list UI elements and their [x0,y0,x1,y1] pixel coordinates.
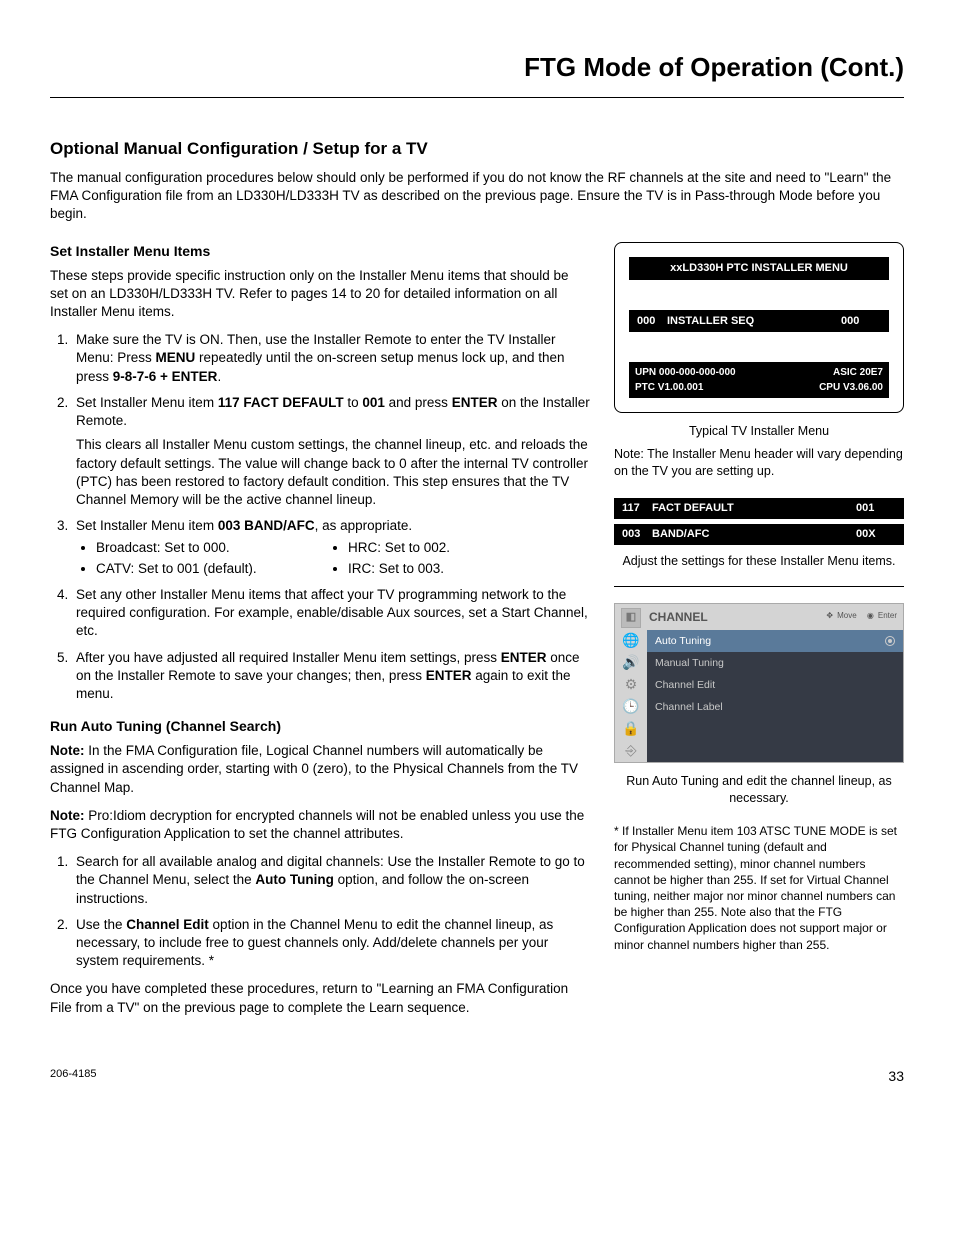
radio-icon [885,636,895,646]
clock-icon: 🕒 [615,696,647,718]
osd-row-channel-edit[interactable]: Channel Edit [647,674,903,696]
bullet-hrc: HRC: Set to 002. [348,539,590,557]
set-installer-intro: These steps provide specific instruction… [50,267,590,322]
input-icon: ⎆ [615,740,647,762]
osd-icon-column: 🌐 🔊 ⚙ 🕒 🔒 ⎆ [615,630,647,763]
step-2-detail: This clears all Installer Menu custom se… [76,436,590,509]
at-step-2: Use the Channel Edit option in the Chann… [72,916,590,971]
osd-row-auto-tuning[interactable]: Auto Tuning [647,630,903,652]
bullet-broadcast: Broadcast: Set to 000. [96,539,338,557]
lock-icon: 🔒 [615,718,647,740]
osd-list: Auto Tuning Manual Tuning Channel Edit C… [647,630,903,763]
osd-row-channel-label[interactable]: Channel Label [647,696,903,718]
step-3-bullets: Broadcast: Set to 000. HRC: Set to 002. … [76,539,590,577]
audio-icon: 🔊 [615,652,647,674]
channel-osd-caption: Run Auto Tuning and edit the channel lin… [614,773,904,807]
installer-menu-figure: xxLD330H PTC INSTALLER MENU 000 INSTALLE… [614,242,904,414]
installer-menu-note: Note: The Installer Menu header will var… [614,446,904,480]
page-title: FTG Mode of Operation (Cont.) [50,50,904,85]
installer-menu-caption: Typical TV Installer Menu [614,423,904,440]
page-number: 33 [888,1067,904,1086]
auto-tuning-steps: Search for all available analog and digi… [50,853,590,970]
installer-steps: Make sure the TV is ON. Then, use the In… [50,331,590,703]
step-4: Set any other Installer Menu items that … [72,586,590,641]
picture-icon: ◧ [621,608,641,628]
setting-bar-117: 117 FACT DEFAULT 001 [614,498,904,519]
step-5: After you have adjusted all required Ins… [72,649,590,704]
step-2: Set Installer Menu item 117 FACT DEFAULT… [72,394,590,509]
enter-icon: ◉ [867,611,874,622]
globe-icon: 🌐 [615,630,647,652]
osd-header: ◧ CHANNEL ✥ Move ◉ Enter [615,604,903,630]
osd-row-empty [647,740,903,762]
page-footer: 206-4185 33 [50,1067,904,1086]
settings-caption: Adjust the settings for these Installer … [614,553,904,570]
figure-divider [614,586,904,587]
bullet-catv: CATV: Set to 001 (default). [96,560,338,578]
step-3: Set Installer Menu item 003 BAND/AFC, as… [72,517,590,578]
footnote: * If Installer Menu item 103 ATSC TUNE M… [614,823,904,953]
gear-icon: ⚙ [615,674,647,696]
menu-header: xxLD330H PTC INSTALLER MENU [629,257,889,280]
section-title: Optional Manual Configuration / Setup fo… [50,138,904,161]
channel-osd-figure: ◧ CHANNEL ✥ Move ◉ Enter 🌐 🔊 ⚙ 🕒 🔒 [614,603,904,764]
menu-footer: UPN 000-000-000-000 ASIC 20E7 PTC V1.00.… [629,362,889,398]
osd-row-empty [647,718,903,740]
menu-row-seq: 000 INSTALLER SEQ 000 [629,310,889,333]
intro-paragraph: The manual configuration procedures belo… [50,169,904,224]
doc-id: 206-4185 [50,1067,97,1086]
osd-row-manual-tuning[interactable]: Manual Tuning [647,652,903,674]
set-installer-title: Set Installer Menu Items [50,242,590,261]
auto-tuning-title: Run Auto Tuning (Channel Search) [50,717,590,736]
header-rule [50,97,904,98]
move-icon: ✥ [826,611,833,622]
closing-paragraph: Once you have completed these procedures… [50,980,590,1016]
auto-tuning-note2: Note: Pro:Idiom decryption for encrypted… [50,807,590,843]
auto-tuning-note1: Note: In the FMA Configuration file, Log… [50,742,590,797]
bullet-irc: IRC: Set to 003. [348,560,590,578]
setting-bar-003: 003 BAND/AFC 00X [614,524,904,545]
at-step-1: Search for all available analog and digi… [72,853,590,908]
step-1: Make sure the TV is ON. Then, use the In… [72,331,590,386]
